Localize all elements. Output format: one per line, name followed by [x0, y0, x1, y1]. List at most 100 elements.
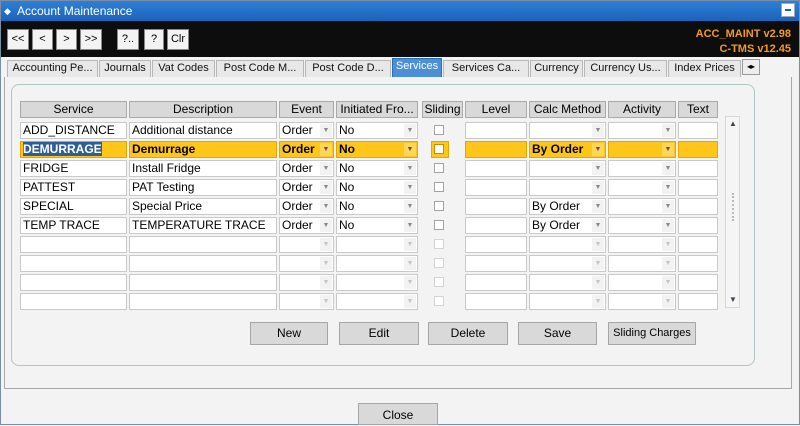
initiated-from-select[interactable]: No ▼	[336, 160, 418, 177]
description-cell[interactable]: Additional distance	[129, 122, 277, 139]
column-header-sliding[interactable]: Sliding	[422, 101, 463, 118]
activity-select[interactable]: ▼	[608, 236, 676, 253]
dropdown-arrow-icon[interactable]: ▼	[592, 162, 604, 175]
column-header-event[interactable]: Event	[279, 101, 334, 118]
level-cell[interactable]	[465, 274, 527, 291]
query-lookup-button[interactable]: ?..	[117, 29, 139, 50]
event-select[interactable]: Order ▼	[279, 141, 334, 158]
new-button[interactable]: New	[250, 322, 328, 345]
calc-method-select[interactable]: ▼	[529, 293, 606, 310]
text-cell[interactable]	[678, 293, 718, 310]
initiated-from-select[interactable]: No ▼	[336, 141, 418, 158]
column-header-initiated-from[interactable]: Initiated Fro...	[336, 101, 418, 118]
dropdown-arrow-icon[interactable]: ▼	[320, 162, 332, 175]
dropdown-arrow-icon[interactable]: ▼	[404, 276, 416, 289]
dropdown-arrow-icon[interactable]: ▼	[320, 181, 332, 194]
service-cell[interactable]: TEMP TRACE	[20, 217, 127, 234]
description-cell[interactable]: Demurrage	[129, 141, 277, 158]
scroll-grip-icon[interactable]	[732, 193, 734, 221]
sliding-checkbox[interactable]	[434, 220, 444, 230]
calc-method-select[interactable]: By Order ▼	[529, 198, 606, 215]
dropdown-arrow-icon[interactable]: ▼	[662, 295, 674, 308]
next-record-button[interactable]: >	[56, 29, 77, 50]
column-header-calc-method[interactable]: Calc Method	[529, 101, 606, 118]
text-cell[interactable]	[678, 274, 718, 291]
event-select[interactable]: Order ▼	[279, 179, 334, 196]
column-header-description[interactable]: Description	[129, 101, 277, 118]
text-cell[interactable]	[678, 160, 718, 177]
service-cell[interactable]: PATTEST	[20, 179, 127, 196]
sliding-checkbox[interactable]	[434, 201, 444, 211]
scroll-down-icon[interactable]: ▼	[728, 295, 738, 305]
level-cell[interactable]	[465, 179, 527, 196]
dropdown-arrow-icon[interactable]: ▼	[404, 162, 416, 175]
first-record-button[interactable]: <<	[7, 29, 29, 50]
event-select[interactable]: ▼	[279, 274, 334, 291]
event-select[interactable]: Order ▼	[279, 217, 334, 234]
level-cell[interactable]	[465, 122, 527, 139]
column-header-activity[interactable]: Activity	[608, 101, 676, 118]
dropdown-arrow-icon[interactable]: ▼	[592, 181, 604, 194]
dropdown-arrow-icon[interactable]: ▼	[662, 219, 674, 232]
text-cell[interactable]	[678, 141, 718, 158]
initiated-from-select[interactable]: No ▼	[336, 217, 418, 234]
calc-method-select[interactable]: ▼	[529, 160, 606, 177]
text-cell[interactable]	[678, 198, 718, 215]
dropdown-arrow-icon[interactable]: ▼	[404, 219, 416, 232]
calc-method-select[interactable]: ▼	[529, 122, 606, 139]
activity-select[interactable]: ▼	[608, 255, 676, 272]
activity-select[interactable]: ▼	[608, 141, 676, 158]
calc-method-select[interactable]: ▼	[529, 255, 606, 272]
dropdown-arrow-icon[interactable]: ▼	[404, 124, 416, 137]
description-cell[interactable]: Special Price	[129, 198, 277, 215]
tab-journals[interactable]: Journals	[99, 60, 151, 77]
calc-method-select[interactable]: ▼	[529, 236, 606, 253]
event-select[interactable]: Order ▼	[279, 198, 334, 215]
activity-select[interactable]: ▼	[608, 274, 676, 291]
dropdown-arrow-icon[interactable]: ▼	[662, 257, 674, 270]
text-cell[interactable]	[678, 236, 718, 253]
service-cell[interactable]: DEMURRAGE	[20, 141, 127, 158]
description-cell[interactable]	[129, 255, 277, 272]
level-cell[interactable]	[465, 217, 527, 234]
description-cell[interactable]	[129, 274, 277, 291]
dropdown-arrow-icon[interactable]: ▼	[404, 295, 416, 308]
column-header-service[interactable]: Service	[20, 101, 127, 118]
sliding-checkbox[interactable]	[434, 144, 444, 154]
dropdown-arrow-icon[interactable]: ▼	[404, 143, 416, 156]
service-cell[interactable]: FRIDGE	[20, 160, 127, 177]
initiated-from-select[interactable]: ▼	[336, 274, 418, 291]
tab-vat-codes[interactable]: Vat Codes	[152, 60, 215, 77]
dropdown-arrow-icon[interactable]: ▼	[592, 219, 604, 232]
level-cell[interactable]	[465, 293, 527, 310]
activity-select[interactable]: ▼	[608, 160, 676, 177]
dropdown-arrow-icon[interactable]: ▼	[592, 295, 604, 308]
close-button[interactable]: Close	[358, 403, 438, 425]
event-select[interactable]: Order ▼	[279, 160, 334, 177]
service-cell[interactable]	[20, 236, 127, 253]
help-button[interactable]: ?	[144, 29, 164, 50]
dropdown-arrow-icon[interactable]: ▼	[662, 124, 674, 137]
calc-method-select[interactable]: By Order ▼	[529, 141, 606, 158]
tab-post-code-d[interactable]: Post Code D...	[305, 60, 391, 77]
dropdown-arrow-icon[interactable]: ▼	[662, 200, 674, 213]
dropdown-arrow-icon[interactable]: ▼	[320, 295, 332, 308]
level-cell[interactable]	[465, 160, 527, 177]
text-cell[interactable]	[678, 217, 718, 234]
initiated-from-select[interactable]: ▼	[336, 255, 418, 272]
dropdown-arrow-icon[interactable]: ▼	[320, 200, 332, 213]
dropdown-arrow-icon[interactable]: ▼	[662, 162, 674, 175]
dropdown-arrow-icon[interactable]: ▼	[592, 200, 604, 213]
dropdown-arrow-icon[interactable]: ▼	[662, 181, 674, 194]
event-select[interactable]: Order ▼	[279, 122, 334, 139]
sliding-checkbox[interactable]	[434, 239, 444, 249]
dropdown-arrow-icon[interactable]: ▼	[662, 276, 674, 289]
activity-select[interactable]: ▼	[608, 122, 676, 139]
save-button[interactable]: Save	[518, 322, 597, 345]
dropdown-arrow-icon[interactable]: ▼	[320, 124, 332, 137]
dropdown-arrow-icon[interactable]: ▼	[592, 124, 604, 137]
event-select[interactable]: ▼	[279, 293, 334, 310]
column-header-text[interactable]: Text	[678, 101, 718, 118]
dropdown-arrow-icon[interactable]: ▼	[592, 276, 604, 289]
last-record-button[interactable]: >>	[80, 29, 102, 50]
